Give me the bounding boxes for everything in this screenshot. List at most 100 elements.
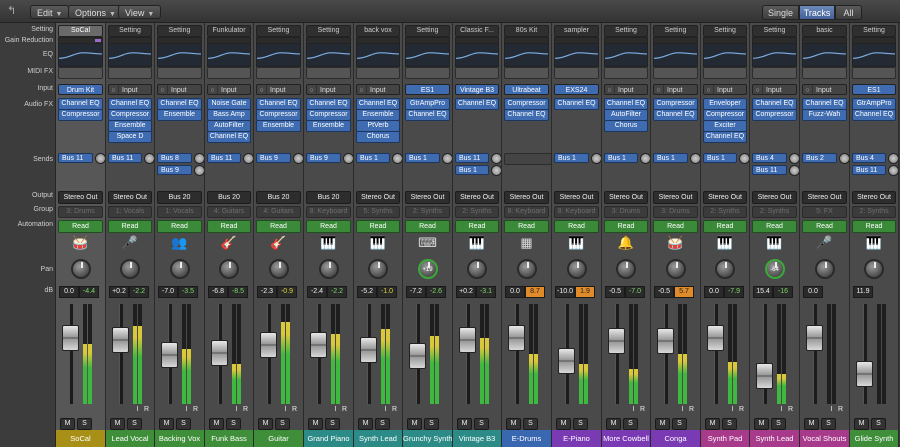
channel-strip[interactable]: Setting ○ Input Channel EQ Ensemble Bus 8 Bus …	[155, 23, 205, 447]
mute-button[interactable]: M	[804, 418, 819, 430]
bass-guitar-icon[interactable]: 🎸	[218, 233, 240, 253]
eq-thumbnail[interactable]	[653, 43, 698, 67]
group-slot[interactable]: 5: FX	[802, 206, 847, 218]
midi-fx-slot[interactable]	[356, 67, 400, 79]
group-slot[interactable]: 3: Drums	[653, 206, 698, 218]
electric-piano-icon[interactable]: 🎹	[566, 233, 588, 253]
midi-fx-slot[interactable]	[852, 67, 896, 79]
audio-fx-slot[interactable]: Channel EQ	[852, 109, 896, 121]
organ-icon[interactable]: 🎹	[466, 233, 488, 253]
setting-button[interactable]: Setting	[108, 25, 152, 37]
output-slot[interactable]: Stereo Out	[604, 191, 648, 204]
channel-strip[interactable]: Setting ES1 GtrAmpPro Channel EQ Bus 1 Stereo…	[403, 23, 453, 447]
send-level-knob[interactable]	[789, 153, 799, 164]
group-slot[interactable]: 5: Synths	[356, 206, 400, 218]
mute-button[interactable]: M	[159, 418, 174, 430]
input-monitor-button[interactable]: I	[182, 405, 191, 414]
mute-button[interactable]: M	[209, 418, 224, 430]
input-monitor-button[interactable]: I	[827, 405, 836, 414]
eq-thumbnail[interactable]	[207, 43, 251, 67]
mute-button[interactable]: M	[606, 418, 621, 430]
audio-fx-slot[interactable]: Channel EQ	[455, 98, 499, 110]
pan-knob[interactable]	[665, 259, 686, 279]
input-format-icon[interactable]: ○	[158, 85, 168, 94]
peak-level[interactable]: 1.9	[575, 286, 595, 298]
vocal-shout-icon[interactable]: 🎤	[814, 233, 836, 253]
mute-button[interactable]: M	[754, 418, 769, 430]
input-slot[interactable]: ○ Input	[653, 84, 698, 95]
input-slot[interactable]: ○ Input	[752, 84, 797, 95]
send-slot[interactable]: Bus 2	[802, 153, 837, 163]
send-level-knob[interactable]	[194, 165, 204, 176]
automation-mode-button[interactable]: Read	[58, 220, 103, 233]
synth-glide-icon[interactable]: 🎹	[863, 233, 885, 253]
eq-thumbnail[interactable]	[356, 43, 400, 67]
send-level-knob[interactable]	[888, 153, 898, 164]
input-format-icon[interactable]: ○	[803, 85, 813, 94]
input-slot[interactable]: ○ Input	[256, 84, 301, 95]
volume-fader[interactable]	[657, 328, 674, 354]
audio-fx-slot[interactable]: Channel EQ	[703, 131, 747, 143]
track-name[interactable]: Lead Vocal	[106, 430, 154, 447]
solo-button[interactable]: S	[226, 418, 241, 430]
mute-button[interactable]: M	[407, 418, 422, 430]
pan-knob[interactable]	[318, 259, 339, 279]
automation-mode-button[interactable]: Read	[504, 220, 549, 233]
volume-fader[interactable]	[112, 327, 129, 353]
channel-strip[interactable]: Setting ○ Input Channel EQ Compressor Ensembl…	[254, 23, 304, 447]
midi-fx-slot[interactable]	[604, 67, 648, 79]
audio-fx-slot[interactable]: Channel EQ	[207, 131, 251, 143]
input-format-icon[interactable]: ○	[704, 85, 714, 94]
audio-fx-slot[interactable]: Chorus	[604, 120, 648, 132]
peak-level[interactable]: -7.9	[724, 286, 744, 298]
send-slot[interactable]: Bus 9	[306, 153, 341, 163]
automation-mode-button[interactable]: Read	[653, 220, 698, 233]
send-level-knob[interactable]	[243, 153, 253, 164]
automation-mode-button[interactable]: Read	[703, 220, 747, 233]
input-format-icon[interactable]: ○	[605, 85, 615, 94]
solo-button[interactable]: S	[573, 418, 588, 430]
automation-mode-button[interactable]: Read	[157, 220, 202, 233]
grand-piano-icon[interactable]: 🎹	[318, 233, 340, 253]
record-enable-button[interactable]: R	[241, 405, 250, 414]
solo-button[interactable]: S	[722, 418, 737, 430]
output-slot[interactable]: Bus 20	[207, 191, 251, 204]
input-monitor-button[interactable]: I	[281, 405, 290, 414]
midi-fx-slot[interactable]	[157, 67, 202, 79]
audio-fx-slot[interactable]: Space D	[108, 131, 152, 143]
channel-strip[interactable]: Setting ○ Input Channel EQ AutoFilter Chorus B…	[602, 23, 651, 447]
eq-thumbnail[interactable]	[157, 43, 202, 67]
peak-level[interactable]: -3.1	[476, 286, 496, 298]
peak-level[interactable]: -4.4	[79, 286, 99, 298]
channel-strip[interactable]: Setting ○ Input Enveloper Compressor Exciter C…	[701, 23, 750, 447]
peak-level[interactable]: -2.6	[426, 286, 446, 298]
volume-fader[interactable]	[260, 332, 277, 358]
input-format-icon[interactable]: ○	[357, 85, 367, 94]
channel-strip[interactable]: Setting ES1 GtrAmpPro Channel EQ Bus 4 Bus 11…	[850, 23, 899, 447]
peak-level[interactable]: -0.9	[277, 286, 297, 298]
group-slot[interactable]: 8: Keyboard	[504, 206, 549, 218]
midi-fx-slot[interactable]	[256, 67, 301, 79]
input-slot[interactable]: ○ Input	[604, 84, 648, 95]
peak-level[interactable]: -2.2	[129, 286, 149, 298]
group-slot[interactable]: 2: Synths	[455, 206, 499, 218]
send-level-knob[interactable]	[293, 153, 303, 164]
output-slot[interactable]: Stereo Out	[58, 191, 103, 204]
solo-button[interactable]: S	[672, 418, 687, 430]
automation-mode-button[interactable]: Read	[604, 220, 648, 233]
send-level-knob[interactable]	[392, 153, 402, 164]
volume-fader[interactable]	[707, 325, 724, 351]
volume-fader[interactable]	[161, 342, 178, 368]
channel-strip[interactable]: Funkulator ○ Input Noise Gate Bass Amp AutoFi…	[205, 23, 254, 447]
send-level-knob[interactable]	[690, 153, 700, 164]
drum-kit-icon[interactable]: 🥁	[70, 233, 92, 253]
automation-mode-button[interactable]: Read	[306, 220, 351, 233]
setting-button[interactable]: sampler	[554, 25, 599, 37]
automation-mode-button[interactable]: Read	[554, 220, 599, 233]
setting-button[interactable]: 80s Kit	[504, 25, 549, 37]
send-level-knob[interactable]	[839, 153, 849, 164]
eq-thumbnail[interactable]	[752, 43, 797, 67]
send-slot[interactable]: Bus 11	[108, 153, 142, 163]
view-mode-tracks[interactable]: Tracks	[799, 5, 835, 20]
send-level-knob[interactable]	[789, 165, 799, 176]
